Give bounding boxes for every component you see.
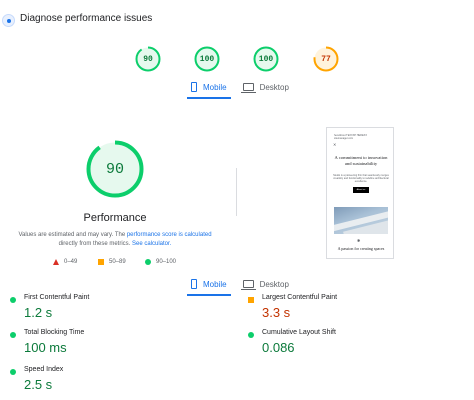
tab-desktop-label: Desktop (259, 279, 289, 289)
device-tabs-top: Mobile Desktop (187, 77, 293, 99)
metric-label: First Contentful Paint (24, 294, 90, 301)
preview-caption: A passion for creating spaces (337, 246, 385, 251)
device-tabs-metrics: Mobile Desktop (187, 274, 293, 296)
metric-value: 2.5 s (24, 377, 53, 392)
triangle-icon (53, 259, 59, 265)
preview-image (334, 207, 388, 234)
see-calculator-link[interactable]: See calculator. (132, 241, 171, 247)
circle-icon (145, 259, 151, 265)
metric-label: Cumulative Layout Shift (262, 329, 336, 336)
page-screenshot-preview[interactable]: hereAbout TEXXXP HEREXX sitemanager.com … (326, 127, 394, 259)
metric-label: Speed Index (24, 366, 64, 373)
tab-mobile[interactable]: Mobile (187, 274, 231, 296)
preview-body: Studio is a pioneering firm that seamles… (333, 174, 389, 184)
score-gauge-value: 100 (199, 54, 215, 64)
tab-mobile-label: Mobile (203, 82, 227, 92)
performance-title: Performance (83, 212, 147, 224)
score-gauge-value: 77 (321, 54, 331, 64)
preview-headline: A commitment to innovation and sustainab… (334, 155, 388, 166)
section-header: Diagnose performance issues (0, 0, 474, 40)
metric-label: Largest Contentful Paint (262, 294, 338, 301)
score-gauge-value: 100 (258, 54, 274, 64)
score-gauge-4[interactable]: 77 (313, 46, 339, 72)
score-gauge-1[interactable]: 90 (135, 46, 161, 72)
desktop-icon (240, 280, 256, 290)
rating-indicator (248, 332, 254, 338)
tab-mobile-label: Mobile (203, 279, 227, 289)
metric-label: Total Blocking Time (24, 329, 85, 336)
smartphone-icon (191, 82, 197, 92)
score-gauge-2[interactable]: 100 (194, 46, 220, 72)
preview-button: About us (353, 187, 369, 193)
section-title: Diagnose performance issues (20, 13, 153, 24)
desktop-icon (240, 83, 256, 93)
square-icon (98, 259, 104, 265)
performance-gauge: 90 (86, 140, 144, 198)
tab-desktop[interactable]: Desktop (239, 274, 293, 294)
score-gauge-value: 90 (143, 54, 153, 64)
metric-value: 100 ms (24, 340, 67, 355)
preview-star: ✱ (357, 238, 361, 243)
preview-header: hereAbout TEXXXP HEREXX sitemanager.com (334, 134, 367, 140)
rating-indicator (10, 297, 16, 303)
performance-note: Values are estimated and may vary. The p… (18, 232, 212, 247)
rating-indicator (248, 297, 254, 303)
preview-close-mark: ✕ (333, 142, 337, 147)
legend-poor: 0–49 (53, 259, 77, 265)
tab-desktop[interactable]: Desktop (239, 77, 293, 97)
metric-value: 0.086 (262, 340, 295, 355)
legend-average: 50–89 (98, 259, 126, 265)
rating-indicator (10, 332, 16, 338)
legend-good: 90–100 (145, 259, 176, 265)
score-gauge-3[interactable]: 100 (253, 46, 279, 72)
score-calculated-link[interactable]: performance score is calculated (127, 232, 212, 238)
tab-mobile[interactable]: Mobile (187, 77, 231, 99)
rating-indicator (10, 369, 16, 375)
diagnose-icon (2, 14, 15, 27)
metric-value: 3.3 s (262, 305, 291, 320)
metric-value: 1.2 s (24, 305, 53, 320)
tab-desktop-label: Desktop (259, 82, 289, 92)
divider (236, 168, 237, 216)
smartphone-icon (191, 279, 197, 289)
performance-score: 90 (105, 160, 124, 178)
